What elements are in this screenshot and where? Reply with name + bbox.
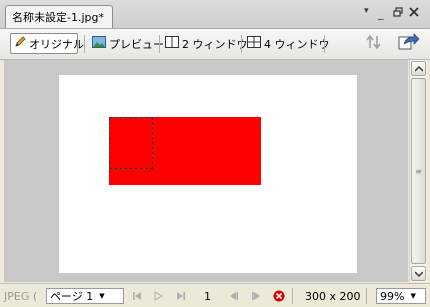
selection-marquee[interactable] [109, 117, 153, 169]
page-select-value: ページ 1 [50, 290, 94, 303]
chevron-down-icon: ▼ [410, 292, 416, 300]
original-label: オリジナル [29, 37, 84, 51]
tab-list-dropdown-icon[interactable]: ▾ [364, 6, 369, 16]
tab-preview[interactable]: プレビュー [89, 33, 164, 54]
status-divider [366, 288, 367, 304]
format-label: JPEG ( [4, 289, 38, 303]
minimize-icon[interactable]: _ [378, 7, 384, 20]
stop-icon[interactable] [273, 288, 285, 304]
page-select[interactable]: ページ 1 ▼ [46, 288, 124, 304]
canvas-area[interactable] [4, 60, 408, 282]
zoom-select[interactable]: 99% ▼ [376, 288, 426, 304]
scroll-up-button[interactable] [411, 61, 426, 76]
image-preview-icon [92, 36, 106, 51]
transfer-button[interactable] [362, 33, 386, 54]
export-button[interactable] [396, 33, 422, 54]
tab-two-window[interactable]: 2 ウィンドウ [162, 33, 248, 54]
image-dimensions: 300 x 200 [305, 289, 361, 303]
view-toolbar: オリジナル プレビュー 2 ウィンドウ 4 ウィンドウ [0, 29, 430, 60]
document-tab[interactable]: 名称未設定-1.jpg* [5, 5, 113, 28]
scroll-thumb[interactable]: ≡ [411, 78, 426, 264]
vertical-scrollbar[interactable]: ≡ [409, 60, 427, 282]
toolbar-divider [324, 35, 325, 53]
document-tab-title: 名称未設定-1.jpg* [12, 11, 104, 24]
play-icon[interactable] [154, 288, 163, 304]
four-pane-icon [247, 36, 261, 51]
step-forward-icon[interactable] [251, 288, 261, 304]
last-page-icon[interactable] [176, 288, 186, 304]
two-pane-icon [165, 36, 179, 51]
toolbar-divider [241, 35, 242, 53]
status-divider [292, 288, 293, 304]
page-number: 1 [204, 289, 211, 303]
zoom-value: 99% [380, 289, 405, 303]
tab-original[interactable]: オリジナル [10, 33, 84, 54]
scroll-down-button[interactable] [411, 266, 426, 281]
status-bar: JPEG ( ページ 1 ▼ 1 300 x 200 99% ▼ [0, 283, 430, 307]
close-icon[interactable] [409, 7, 419, 20]
four-window-label: 4 ウィンドウ [264, 37, 330, 51]
first-page-icon[interactable] [132, 288, 142, 304]
restore-icon[interactable] [393, 7, 403, 20]
export-icon [398, 33, 420, 54]
toolbar-divider [84, 35, 85, 53]
two-window-label: 2 ウィンドウ [182, 37, 248, 51]
pencil-icon [14, 36, 26, 51]
preview-label: プレビュー [109, 37, 164, 51]
tab-four-window[interactable]: 4 ウィンドウ [244, 33, 330, 54]
document-canvas[interactable] [59, 75, 357, 273]
document-window: 名称未設定-1.jpg* _ ▾ オリジナル プレビュー 2 ウィンドウ 4 ウ… [0, 0, 430, 307]
tab-bar: 名称未設定-1.jpg* _ ▾ [0, 0, 430, 29]
step-back-icon[interactable] [229, 288, 239, 304]
up-down-arrows-icon [365, 34, 383, 53]
chevron-down-icon: ▼ [99, 292, 105, 300]
toolbar-divider [159, 35, 160, 53]
